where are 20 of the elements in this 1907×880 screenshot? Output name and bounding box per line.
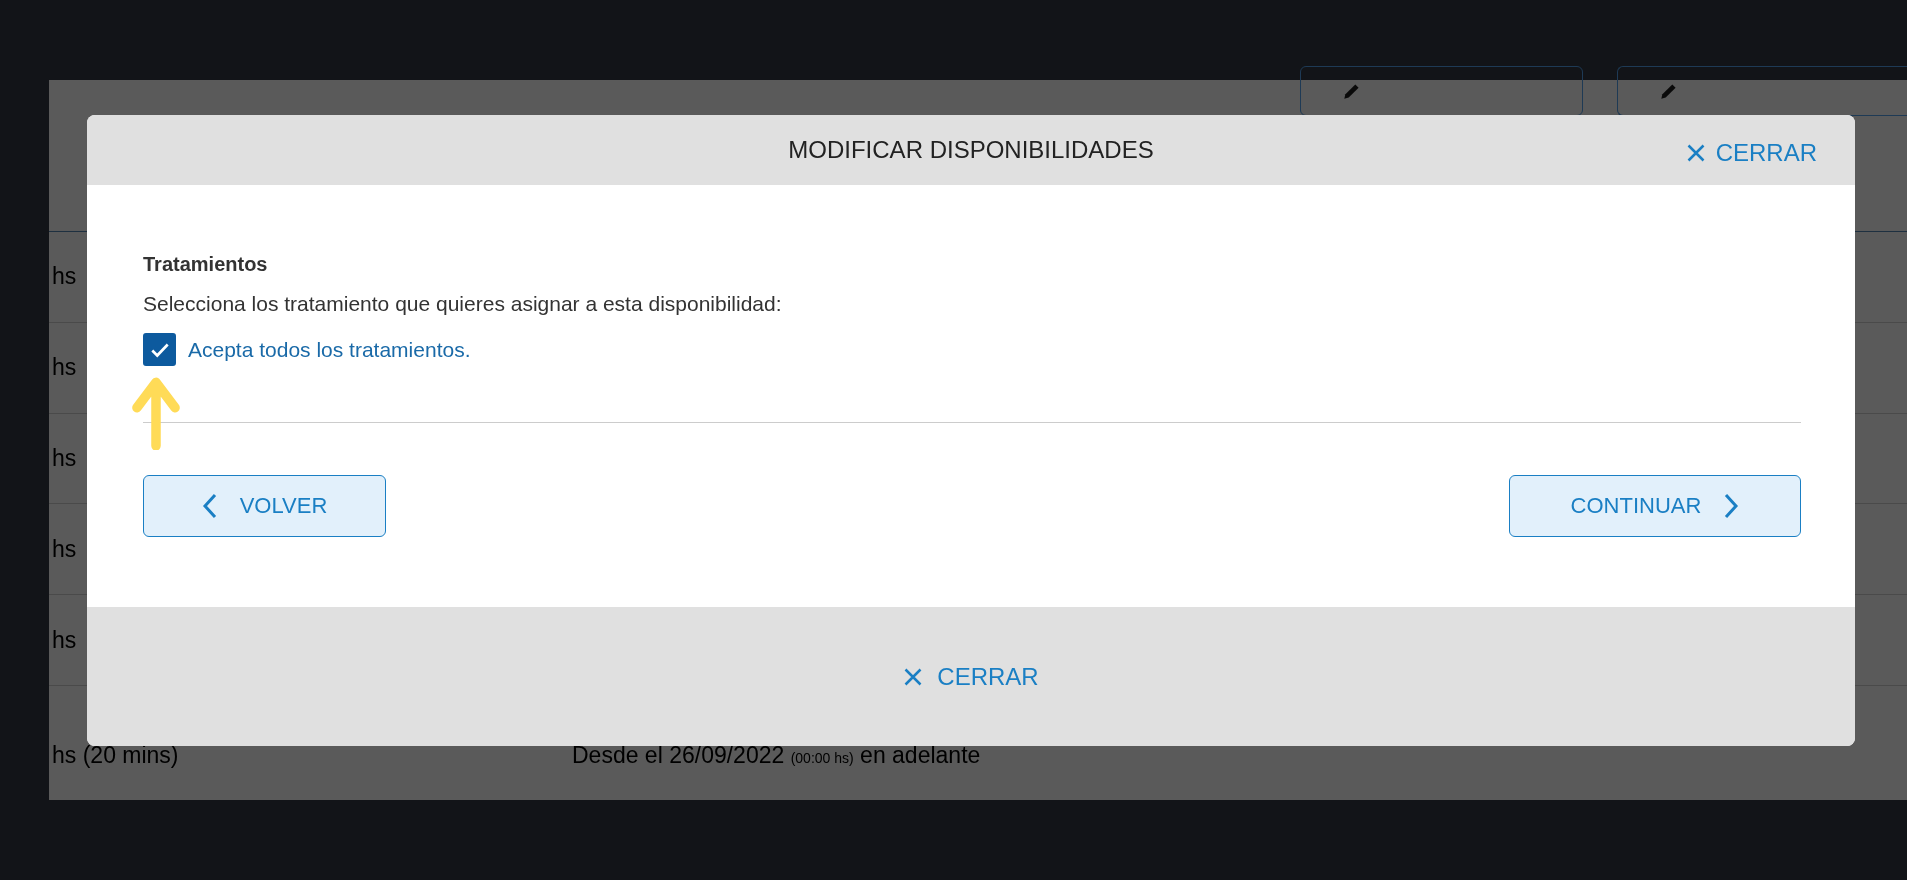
table-cell: Desde el 26/09/2022 (00:00 hs) en adelante xyxy=(572,741,981,769)
continue-button[interactable]: CONTINUAR xyxy=(1509,475,1801,537)
modal-title: MODIFICAR DISPONIBILIDADES xyxy=(788,136,1154,164)
back-button[interactable]: VOLVER xyxy=(143,475,386,537)
table-cell: hs xyxy=(52,354,77,381)
section-title: Tratamientos xyxy=(143,253,269,276)
table-cell: hs xyxy=(52,626,77,653)
table-cell: hs xyxy=(52,535,77,562)
checkbox-label[interactable]: Acepta todos los tratamientos. xyxy=(188,337,471,362)
close-icon xyxy=(1685,143,1706,163)
close-icon xyxy=(903,666,924,687)
checkbox[interactable] xyxy=(143,333,176,366)
close-button[interactable]: CERRAR xyxy=(1685,139,1817,167)
table-cell: hs xyxy=(52,445,77,472)
table-cell: hs xyxy=(52,263,77,290)
table-cell: hs (20 mins) xyxy=(52,741,179,768)
instruction-text: Selecciona los tratamiento que quieres asignar a esta disponibilidad: xyxy=(143,292,783,316)
chevron-right-icon xyxy=(1723,493,1740,519)
chevron-left-icon xyxy=(201,493,218,519)
close-button[interactable]: CERRAR xyxy=(897,661,1045,692)
